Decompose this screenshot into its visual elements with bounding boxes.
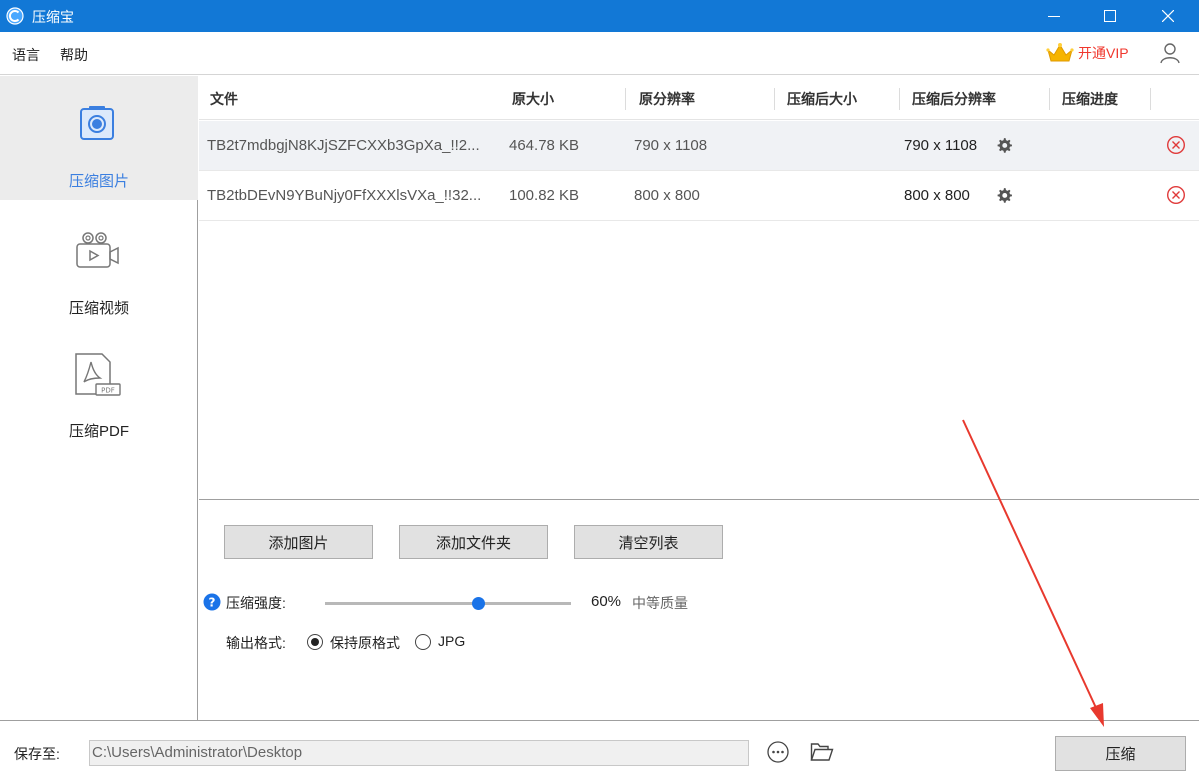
add-image-button[interactable]: 添加图片 [224, 525, 373, 559]
crown-icon [1046, 43, 1074, 62]
radio-label-jpg[interactable]: JPG [438, 633, 465, 649]
compressed-resolution: 790 x 1108 [904, 137, 978, 154]
sidebar-item-compress-image[interactable]: 压缩图片 [0, 76, 198, 200]
gear-icon[interactable] [996, 137, 1013, 154]
close-icon [1162, 10, 1174, 22]
user-icon[interactable] [1158, 41, 1182, 65]
sidebar-item-label: 压缩视频 [68, 300, 129, 317]
radio-keep-format[interactable] [307, 634, 323, 650]
close-button[interactable] [1145, 0, 1191, 32]
quality-label: 中等质量 [632, 595, 688, 611]
minimize-icon [1048, 16, 1060, 17]
title-bar: 压缩宝 [0, 0, 1199, 32]
menu-bar: 语言 帮助 开通VIP [0, 32, 1199, 75]
sidebar-item-label: 压缩图片 [68, 173, 129, 190]
file-name: TB2tbDEvN9YBuNjy0FfXXXlsVXa_!!32... [207, 187, 482, 204]
column-header-size[interactable]: 原大小 [512, 89, 554, 109]
original-resolution: 800 x 800 [634, 187, 700, 204]
column-divider [774, 88, 775, 110]
footer-bar: 保存至: C:\Users\Administrator\Desktop 压缩 [0, 720, 1199, 773]
sidebar: 压缩图片 压缩视频 PDF 压缩PDF [0, 76, 198, 720]
pdf-file-icon: PDF [75, 353, 121, 396]
save-to-label: 保存至: [14, 746, 60, 762]
clear-list-button[interactable]: 清空列表 [574, 525, 723, 559]
output-format-label: 输出格式: [226, 635, 286, 651]
compression-strength-label: 压缩强度: [226, 595, 286, 611]
more-options-icon[interactable] [767, 741, 789, 763]
column-header-compressed-size[interactable]: 压缩后大小 [787, 89, 857, 109]
radio-jpg[interactable] [415, 634, 431, 650]
column-header-progress[interactable]: 压缩进度 [1062, 89, 1118, 109]
original-size: 464.78 KB [509, 137, 580, 154]
radio-label-keep-format[interactable]: 保持原格式 [330, 633, 400, 653]
control-panel: 添加图片 添加文件夹 清空列表 ? 压缩强度: 60% 中等质量 输出格式: 保… [199, 501, 1199, 720]
app-logo-icon [6, 7, 24, 25]
compression-strength-slider[interactable] [325, 602, 571, 605]
column-header-resolution[interactable]: 原分辨率 [639, 89, 695, 109]
slider-handle[interactable] [472, 597, 485, 610]
original-resolution: 790 x 1108 [634, 137, 708, 154]
table-header: 文件 原大小 原分辨率 压缩后大小 压缩后分辨率 压缩进度 [199, 76, 1199, 120]
table-row[interactable]: TB2t7mdbgjN8KJjSZFCXXb3GpXa_!!2... 464.7… [199, 121, 1199, 171]
sidebar-item-compress-pdf[interactable]: PDF 压缩PDF [0, 324, 198, 448]
column-header-file[interactable]: 文件 [210, 89, 238, 109]
gear-icon[interactable] [996, 187, 1013, 204]
open-folder-icon[interactable] [810, 741, 834, 763]
vip-button[interactable]: 开通VIP [1046, 41, 1129, 65]
maximize-button[interactable] [1087, 0, 1133, 32]
save-path-field[interactable]: C:\Users\Administrator\Desktop [89, 740, 749, 766]
menu-help[interactable]: 帮助 [60, 45, 88, 65]
svg-text:?: ? [209, 596, 216, 610]
image-compress-icon [80, 106, 114, 140]
minimize-button[interactable] [1031, 0, 1077, 32]
svg-text:PDF: PDF [101, 387, 115, 395]
add-folder-button[interactable]: 添加文件夹 [399, 525, 548, 559]
file-table: 文件 原大小 原分辨率 压缩后大小 压缩后分辨率 压缩进度 TB2t7mdbgj… [199, 76, 1199, 500]
column-header-compressed-resolution[interactable]: 压缩后分辨率 [912, 89, 996, 109]
video-camera-icon [76, 232, 119, 268]
column-divider [625, 88, 626, 110]
compress-button[interactable]: 压缩 [1055, 736, 1186, 771]
sidebar-item-label: 压缩PDF [68, 423, 129, 440]
menu-language[interactable]: 语言 [12, 45, 40, 65]
strength-percent: 60% [591, 593, 622, 610]
compressed-resolution: 800 x 800 [904, 187, 970, 204]
table-row[interactable]: TB2tbDEvN9YBuNjy0FfXXXlsVXa_!!32... 100.… [199, 171, 1199, 221]
maximize-icon [1104, 10, 1116, 22]
remove-row-icon[interactable] [1166, 135, 1186, 155]
window-title: 压缩宝 [32, 9, 74, 25]
column-divider [899, 88, 900, 110]
column-divider [1150, 88, 1151, 110]
remove-row-icon[interactable] [1166, 185, 1186, 205]
file-name: TB2t7mdbgjN8KJjSZFCXXb3GpXa_!!2... [207, 137, 480, 154]
help-icon[interactable]: ? [203, 593, 221, 611]
column-divider [1049, 88, 1050, 110]
original-size: 100.82 KB [509, 187, 580, 204]
vip-label: 开通VIP [1078, 45, 1129, 61]
sidebar-item-compress-video[interactable]: 压缩视频 [0, 200, 198, 324]
